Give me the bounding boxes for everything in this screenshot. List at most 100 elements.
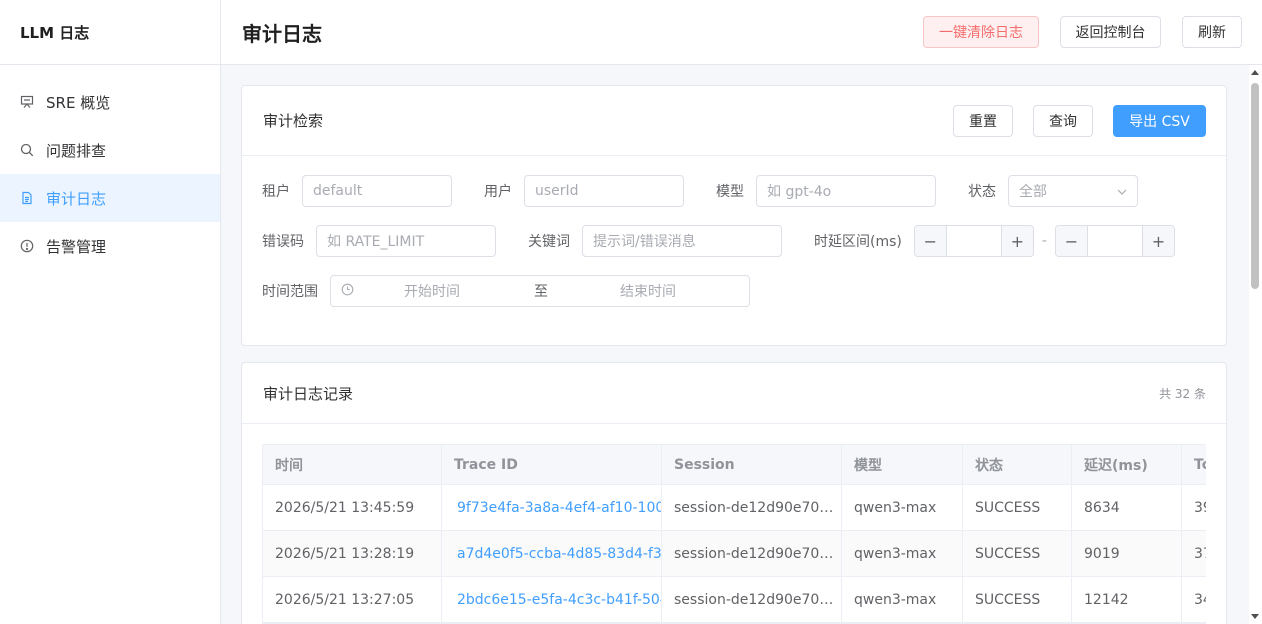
clock-icon	[341, 283, 354, 300]
time-range-picker[interactable]: 开始时间 至 结束时间	[330, 275, 750, 307]
tenant-input[interactable]: default	[302, 175, 452, 207]
sidebar-item-sre-overview[interactable]: SRE 概览	[0, 78, 220, 126]
records-count: 共 32 条	[1159, 386, 1206, 401]
sidebar-item-label: 审计日志	[46, 189, 107, 208]
chevron-down-icon	[1117, 183, 1127, 199]
cell-trace-id: 2bdc6e15-e5fa-4c3c-b41f-50478	[442, 577, 662, 622]
model-label: 模型	[716, 184, 744, 200]
search-card: 审计检索 重置 查询 导出 CSV 租户 default 用户 userId 模…	[241, 85, 1227, 346]
trace-id-link[interactable]: 9f73e4fa-3a8a-4ef4-af10-100d4a	[454, 500, 661, 516]
latency-max-stepper[interactable]: − +	[1054, 225, 1175, 257]
back-to-console-button[interactable]: 返回控制台	[1060, 16, 1161, 48]
error-code-input[interactable]: 如 RATE_LIMIT	[316, 225, 496, 257]
table-header: 时间 Trace ID Session 模型 状态 延迟(ms) To	[263, 445, 1206, 485]
keyword-input[interactable]: 提示词/错误消息	[582, 225, 782, 257]
status-label: 状态	[968, 184, 996, 200]
audit-table: 时间 Trace ID Session 模型 状态 延迟(ms) To 2026…	[262, 444, 1206, 624]
trace-id-link[interactable]: 2bdc6e15-e5fa-4c3c-b41f-50478	[454, 592, 661, 608]
cell-trace-id: 9f73e4fa-3a8a-4ef4-af10-100d4a	[442, 485, 662, 530]
sidebar-item-audit-log[interactable]: 审计日志	[0, 174, 220, 222]
plus-icon[interactable]: +	[1000, 226, 1033, 256]
cell-time: 2026/5/21 13:27:05	[263, 577, 442, 622]
cell-status: SUCCESS	[963, 577, 1072, 622]
page-scrollbar[interactable]	[1249, 65, 1262, 624]
col-trace-id[interactable]: Trace ID	[442, 445, 662, 484]
sidebar-item-label: 问题排查	[46, 141, 107, 160]
cell-session: session-de12d90e70…	[662, 531, 842, 576]
scroll-down-icon[interactable]	[1251, 614, 1259, 619]
time-start-placeholder[interactable]: 开始时间	[404, 281, 460, 301]
query-button[interactable]: 查询	[1033, 105, 1093, 137]
cell-tokens: 39	[1182, 485, 1206, 530]
sidebar-menu: SRE 概览 问题排查 审计日志 告警管理	[0, 65, 220, 270]
refresh-button[interactable]: 刷新	[1182, 16, 1242, 48]
minus-icon[interactable]: −	[914, 226, 947, 256]
cell-status: SUCCESS	[963, 485, 1072, 530]
cell-tokens: 34	[1182, 577, 1206, 622]
latency-max-value[interactable]	[1088, 226, 1142, 256]
col-time[interactable]: 时间	[263, 445, 442, 484]
trace-id-link[interactable]: a7d4e0f5-ccba-4d85-83d4-f38e3	[454, 546, 661, 562]
records-card: 审计日志记录 共 32 条 时间 Trace ID Session 模型 状态 …	[241, 362, 1227, 624]
table-row[interactable]: 2026/5/21 13:27:05 2bdc6e15-e5fa-4c3c-b4…	[263, 577, 1206, 623]
cell-model: qwen3-max	[842, 485, 963, 530]
status-select-value: 全部	[1019, 184, 1047, 200]
col-tokens[interactable]: To	[1182, 445, 1206, 484]
col-session[interactable]: Session	[662, 445, 842, 484]
search-actions: 重置 查询 导出 CSV	[953, 105, 1206, 137]
cell-latency: 8634	[1072, 485, 1182, 530]
cell-session: session-de12d90e70…	[662, 577, 842, 622]
time-end-placeholder[interactable]: 结束时间	[620, 281, 676, 301]
cell-model: qwen3-max	[842, 531, 963, 576]
clear-logs-button[interactable]: 一键清除日志	[923, 16, 1039, 48]
cell-tokens: 37	[1182, 531, 1206, 576]
latency-min-stepper[interactable]: − +	[913, 225, 1034, 257]
cell-time: 2026/5/21 13:28:19	[263, 531, 442, 576]
col-model[interactable]: 模型	[842, 445, 963, 484]
reset-button[interactable]: 重置	[953, 105, 1013, 137]
header-actions: 一键清除日志 返回控制台 刷新	[923, 16, 1242, 48]
sidebar-item-alert-management[interactable]: 告警管理	[0, 222, 220, 270]
search-card-title: 审计检索	[263, 112, 324, 130]
scroll-up-icon[interactable]	[1251, 70, 1259, 75]
cell-status: SUCCESS	[963, 531, 1072, 576]
col-status[interactable]: 状态	[963, 445, 1072, 484]
sidebar: LLM 日志 SRE 概览 问题排查 审计日志 告警管理	[0, 0, 221, 624]
cell-latency: 12142	[1072, 577, 1182, 622]
search-icon	[20, 143, 34, 157]
filter-row-3: 时间范围 开始时间 至 结束时间	[262, 275, 750, 307]
main-content: 审计检索 重置 查询 导出 CSV 租户 default 用户 userId 模…	[221, 65, 1249, 624]
app-logo: LLM 日志	[0, 0, 220, 65]
document-icon	[20, 191, 34, 205]
cell-session: session-de12d90e70…	[662, 485, 842, 530]
table-row[interactable]: 2026/5/21 13:28:19 a7d4e0f5-ccba-4d85-83…	[263, 531, 1206, 577]
cell-trace-id: a7d4e0f5-ccba-4d85-83d4-f38e3	[442, 531, 662, 576]
status-select[interactable]: 全部	[1008, 175, 1138, 207]
error-code-label: 错误码	[262, 234, 304, 250]
time-separator: 至	[534, 284, 548, 300]
col-latency[interactable]: 延迟(ms)	[1072, 445, 1182, 484]
cell-model: qwen3-max	[842, 577, 963, 622]
user-label: 用户	[484, 184, 512, 200]
page-title: 审计日志	[242, 21, 322, 46]
export-csv-button[interactable]: 导出 CSV	[1113, 105, 1206, 137]
alert-circle-icon	[20, 239, 34, 253]
model-input[interactable]: 如 gpt-4o	[756, 175, 936, 207]
latency-min-value[interactable]	[947, 226, 1001, 256]
latency-range-label: 时延区间(ms)	[814, 234, 902, 250]
plus-icon[interactable]: +	[1141, 226, 1174, 256]
sidebar-item-troubleshoot[interactable]: 问题排查	[0, 126, 220, 174]
filter-row-2: 错误码 如 RATE_LIMIT 关键词 提示词/错误消息 时延区间(ms) −…	[262, 225, 1175, 257]
filter-row-1: 租户 default 用户 userId 模型 如 gpt-4o 状态 全部	[262, 175, 1138, 207]
minus-icon[interactable]: −	[1055, 226, 1088, 256]
user-input[interactable]: userId	[524, 175, 684, 207]
table-row[interactable]: 2026/5/21 13:45:59 9f73e4fa-3a8a-4ef4-af…	[263, 485, 1206, 531]
cell-time: 2026/5/21 13:45:59	[263, 485, 442, 530]
records-card-header: 审计日志记录 共 32 条	[242, 363, 1226, 424]
keyword-label: 关键词	[528, 234, 570, 250]
scroll-thumb[interactable]	[1251, 83, 1259, 289]
latency-separator: -	[1041, 233, 1047, 249]
time-range-label: 时间范围	[262, 284, 318, 300]
cell-latency: 9019	[1072, 531, 1182, 576]
sidebar-item-label: 告警管理	[46, 237, 107, 256]
